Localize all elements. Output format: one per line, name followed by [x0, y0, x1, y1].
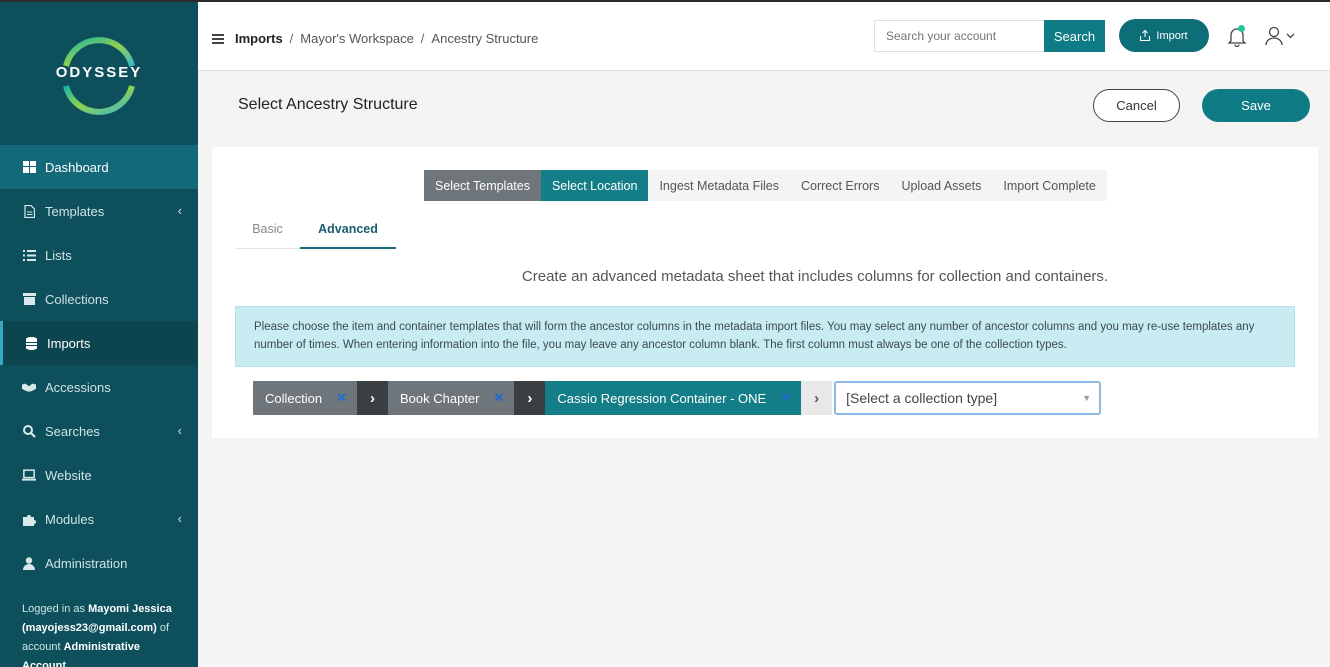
search-input[interactable] [874, 20, 1044, 52]
logo[interactable]: ODYSSEY [0, 2, 198, 145]
database-icon [24, 336, 38, 350]
import-button-label: Import [1156, 29, 1188, 42]
cancel-button[interactable]: Cancel [1093, 89, 1180, 122]
remove-icon[interactable]: ✕ [780, 390, 791, 406]
sidebar-item-administration[interactable]: Administration [0, 541, 198, 585]
login-info: Logged in as Mayomi Jessica (mayojess23@… [22, 600, 182, 667]
chip-label: Collection [265, 390, 323, 406]
mode-tabs: Basic Advanced [235, 210, 396, 249]
select-value: [Select a collection type] [846, 390, 998, 406]
step-correct-errors: Correct Errors [789, 170, 891, 201]
page-title: Select Ancestry Structure [238, 96, 418, 113]
sidebar-item-accessions[interactable]: Accessions [0, 365, 198, 409]
breadcrumb-current: Ancestry Structure [431, 31, 539, 46]
ancestor-chip-book-chapter: Book Chapter ✕ [388, 381, 515, 415]
notification-dot [1238, 25, 1245, 32]
ancestor-chain: Collection ✕ › Book Chapter ✕ › Cassio R… [253, 381, 1102, 415]
import-stepper: Select Templates Select Location Ingest … [424, 170, 1107, 201]
chevron-down-icon: ▼ [1082, 393, 1092, 403]
remove-icon[interactable]: ✕ [336, 390, 347, 406]
file-icon [22, 204, 36, 218]
sidebar-item-label: Website [45, 467, 92, 483]
sidebar-item-searches[interactable]: Searches ‹ [0, 409, 198, 453]
sidebar-item-label: Imports [47, 335, 91, 351]
breadcrumb-workspace[interactable]: Mayor's Workspace [300, 31, 414, 46]
sidebar-item-templates[interactable]: Templates ‹ [0, 189, 198, 233]
sidebar-item-website[interactable]: Website [0, 453, 198, 497]
chip-label: Cassio Regression Container - ONE [557, 390, 767, 406]
step-select-location[interactable]: Select Location [540, 170, 649, 201]
collection-type-select[interactable]: [Select a collection type] ▼ [834, 381, 1102, 415]
logo-text: ODYSSEY [55, 64, 143, 81]
ancestry-card: Select Templates Select Location Ingest … [212, 147, 1318, 438]
chevron-left-icon: ‹ [177, 423, 182, 438]
sidebar-item-label: Modules [45, 511, 95, 527]
sidebar-item-label: Collections [45, 291, 109, 307]
sidebar-item-collections[interactable]: Collections [0, 277, 198, 321]
chevron-right-icon: › [514, 381, 546, 415]
tab-advanced[interactable]: Advanced [300, 210, 396, 249]
top-bar: Imports / Mayor's Workspace / Ancestry Struc… [198, 2, 1330, 71]
search-button[interactable]: Search [1044, 20, 1105, 52]
dashboard-icon [22, 160, 36, 174]
breadcrumb-imports[interactable]: Imports [235, 31, 283, 46]
user-icon [22, 556, 36, 570]
step-select-templates[interactable]: Select Templates [424, 170, 541, 201]
remove-icon[interactable]: ✕ [494, 390, 505, 406]
chevron-left-icon: ‹ [177, 203, 182, 218]
step-import-complete: Import Complete [992, 170, 1107, 201]
sidebar-item-label: Lists [45, 247, 72, 263]
sidebar: ODYSSEY Dashboard Templates ‹ Lists Coll… [0, 2, 198, 667]
handshake-icon [22, 380, 36, 394]
tab-basic[interactable]: Basic [235, 210, 300, 248]
save-button[interactable]: Save [1202, 89, 1310, 122]
ancestor-chip-collection: Collection ✕ [253, 381, 357, 415]
info-alert: Please choose the item and container tem… [235, 306, 1295, 367]
puzzle-icon [22, 512, 36, 526]
breadcrumb: Imports / Mayor's Workspace / Ancestry Struc… [235, 31, 539, 46]
import-button[interactable]: Import [1119, 19, 1209, 52]
sidebar-item-lists[interactable]: Lists [0, 233, 198, 277]
sidebar-item-imports[interactable]: Imports [0, 321, 198, 365]
step-ingest-metadata: Ingest Metadata Files [648, 170, 790, 201]
menu-icon[interactable] [212, 34, 224, 44]
chevron-right-icon: › [357, 381, 388, 415]
sidebar-item-label: Administration [45, 555, 128, 571]
list-icon [22, 248, 36, 262]
sidebar-item-label: Dashboard [45, 159, 109, 175]
sidebar-item-label: Templates [45, 203, 105, 219]
chevron-right-icon: › [801, 381, 833, 415]
step-upload-assets: Upload Assets [890, 170, 993, 201]
sidebar-item-modules[interactable]: Modules ‹ [0, 497, 198, 541]
ancestor-chip-container: Cassio Regression Container - ONE ✕ [545, 381, 802, 415]
upload-icon [1140, 30, 1151, 41]
search-icon [22, 424, 36, 438]
sidebar-item-label: Searches [45, 423, 100, 439]
chip-label: Book Chapter [400, 390, 480, 406]
laptop-icon [22, 468, 36, 482]
sidebar-item-label: Accessions [45, 379, 111, 395]
chevron-left-icon: ‹ [177, 511, 182, 526]
chevron-down-icon [1286, 33, 1295, 39]
user-icon [1265, 26, 1283, 46]
archive-icon [22, 292, 36, 306]
user-menu[interactable] [1265, 26, 1295, 46]
section-description: Create an advanced metadata sheet that i… [521, 268, 1109, 285]
sidebar-item-dashboard[interactable]: Dashboard [0, 145, 198, 189]
